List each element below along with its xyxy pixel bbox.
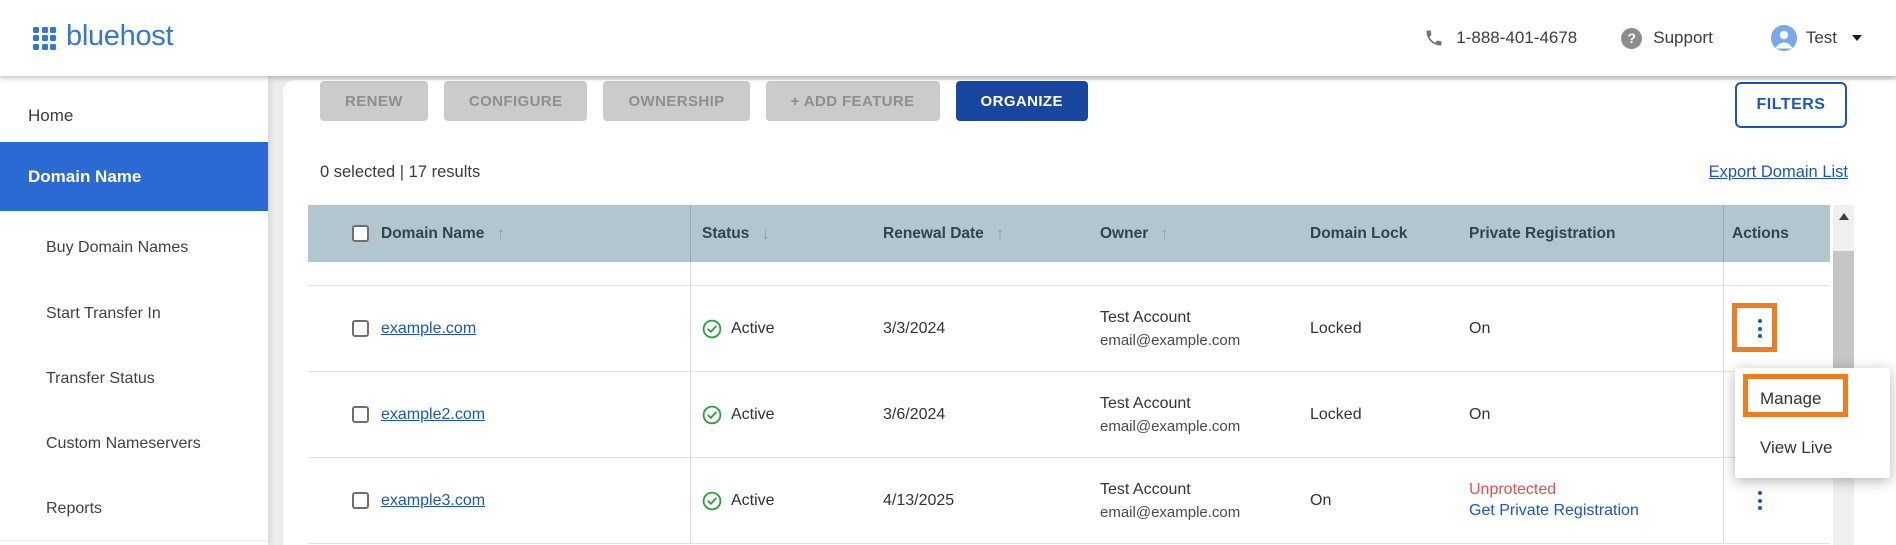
account-name: Test — [1806, 28, 1837, 48]
renew-button[interactable]: RENEW — [320, 81, 428, 121]
status-text: Active — [731, 320, 775, 338]
sidebar-item-home[interactable]: Home — [0, 99, 268, 133]
owner-name: Test Account — [1100, 309, 1191, 327]
table-row: example.com Active 3/3/2024 Test Account… — [308, 286, 1830, 372]
bluehost-domain-manager: bluehost 1-888-401-4678 ? Support — [0, 0, 1896, 545]
results-bar: 0 selected | 17 results Export Domain Li… — [320, 163, 1848, 182]
renewal-date: 3/6/2024 — [883, 406, 945, 424]
phone-number: 1-888-401-4678 — [1456, 28, 1577, 48]
owner-name: Test Account — [1100, 395, 1191, 413]
row-actions-menu-icon[interactable] — [1750, 314, 1770, 343]
bulk-actions-toolbar: RENEW CONFIGURE OWNERSHIP + ADD FEATURE … — [320, 81, 1088, 121]
filters-button[interactable]: FILTERS — [1735, 82, 1847, 128]
partial-scrolled-row — [308, 262, 1830, 286]
phone-icon — [1424, 28, 1444, 48]
owner-name: Test Account — [1100, 481, 1191, 499]
domain-link[interactable]: example2.com — [381, 406, 485, 424]
column-header-status[interactable]: Status ↓ — [691, 205, 871, 262]
top-bar: bluehost 1-888-401-4678 ? Support — [0, 0, 1896, 76]
support-label: Support — [1653, 28, 1713, 48]
domain-link[interactable]: example.com — [381, 320, 476, 338]
column-header-actions[interactable]: Actions — [1724, 205, 1830, 262]
sidebar-divider — [0, 540, 268, 541]
status-text: Active — [731, 492, 775, 510]
sidebar-item-domain-name[interactable]: Domain Name — [0, 142, 268, 211]
private-registration-value: On — [1469, 320, 1490, 338]
table-body: example.com Active 3/3/2024 Test Account… — [308, 286, 1830, 544]
chevron-down-icon — [1852, 35, 1862, 41]
row-checkbox[interactable] — [352, 320, 369, 337]
scroll-up-icon — [1839, 213, 1849, 220]
context-menu-item-manage[interactable]: Manage — [1735, 374, 1890, 423]
sidebar-item-custom-nameservers[interactable]: Custom Nameservers — [0, 427, 268, 461]
selection-summary: 0 selected | 17 results — [320, 163, 480, 182]
user-avatar-icon — [1771, 25, 1797, 51]
renewal-date: 3/3/2024 — [883, 320, 945, 338]
domain-lock-value: Locked — [1310, 320, 1362, 338]
scroll-up-button[interactable] — [1833, 205, 1854, 227]
column-header-private-registration[interactable]: Private Registration — [1458, 205, 1724, 262]
configure-button[interactable]: CONFIGURE — [444, 81, 588, 121]
renewal-date: 4/13/2025 — [883, 492, 954, 510]
bluehost-logo[interactable]: bluehost — [33, 22, 173, 54]
main-area: RENEW CONFIGURE OWNERSHIP + ADD FEATURE … — [268, 76, 1896, 545]
sidebar-item-start-transfer-in[interactable]: Start Transfer In — [0, 297, 268, 331]
column-header-domain-lock[interactable]: Domain Lock — [1300, 205, 1458, 262]
column-header-renewal-date[interactable]: Renewal Date ↑ — [871, 205, 1088, 262]
context-menu-item-view-live[interactable]: View Live — [1735, 423, 1890, 472]
row-checkbox[interactable] — [352, 406, 369, 423]
status-active-icon — [702, 491, 722, 511]
sidebar-item-transfer-status[interactable]: Transfer Status — [0, 362, 268, 396]
add-feature-button[interactable]: + ADD FEATURE — [766, 81, 940, 121]
private-registration-value: On — [1469, 406, 1490, 424]
sort-arrow-icon[interactable]: ↓ — [761, 224, 770, 244]
unprotected-warning: Unprotected — [1469, 481, 1639, 499]
column-header-owner[interactable]: Owner ↑ — [1088, 205, 1300, 262]
status-text: Active — [731, 406, 775, 424]
domains-table: Domain Name ↑ Status ↓ Renewal Date ↑ Ow… — [308, 205, 1830, 544]
owner-email: email@example.com — [1100, 504, 1240, 521]
export-domain-list-link[interactable]: Export Domain List — [1709, 163, 1848, 182]
account-menu[interactable]: Test — [1771, 25, 1862, 51]
column-header-domain-name[interactable]: Domain Name ↑ — [308, 205, 691, 262]
sidebar-item-buy-domain-names[interactable]: Buy Domain Names — [0, 231, 268, 265]
domain-lock-value: On — [1310, 492, 1331, 510]
get-private-registration-link[interactable]: Get Private Registration — [1469, 502, 1639, 520]
organize-button[interactable]: ORGANIZE — [956, 81, 1088, 121]
table-header-row: Domain Name ↑ Status ↓ Renewal Date ↑ Ow… — [308, 205, 1830, 262]
sidebar-nav: Home Domain Name Buy Domain Names Start … — [0, 76, 268, 545]
support-link[interactable]: ? Support — [1621, 28, 1713, 49]
owner-email: email@example.com — [1100, 332, 1240, 349]
status-active-icon — [702, 405, 722, 425]
sort-arrow-icon[interactable]: ↑ — [996, 224, 1005, 244]
ownership-button[interactable]: OWNERSHIP — [603, 81, 749, 121]
brand-text: bluehost — [66, 22, 173, 54]
phone-contact[interactable]: 1-888-401-4678 — [1424, 28, 1577, 48]
sidebar-item-reports[interactable]: Reports — [0, 492, 268, 526]
domain-lock-value: Locked — [1310, 406, 1362, 424]
table-row: example3.com Active 4/13/2025 Test Accou… — [308, 458, 1830, 544]
row-actions-menu-icon[interactable] — [1750, 486, 1770, 515]
content-card: RENEW CONFIGURE OWNERSHIP + ADD FEATURE … — [283, 80, 1896, 545]
row-checkbox[interactable] — [352, 492, 369, 509]
row-actions-context-menu: Manage View Live — [1735, 368, 1890, 478]
owner-email: email@example.com — [1100, 418, 1240, 435]
table-row: example2.com Active 3/6/2024 Test Accoun… — [308, 372, 1830, 458]
status-active-icon — [702, 319, 722, 339]
sort-arrow-icon[interactable]: ↑ — [1160, 224, 1169, 244]
top-bar-right: 1-888-401-4678 ? Support Test — [1424, 25, 1862, 51]
domain-link[interactable]: example3.com — [381, 492, 485, 510]
select-all-checkbox[interactable] — [352, 225, 369, 242]
help-icon: ? — [1621, 28, 1642, 49]
bluehost-grid-icon — [33, 27, 56, 50]
sort-arrow-icon[interactable]: ↑ — [496, 224, 505, 244]
